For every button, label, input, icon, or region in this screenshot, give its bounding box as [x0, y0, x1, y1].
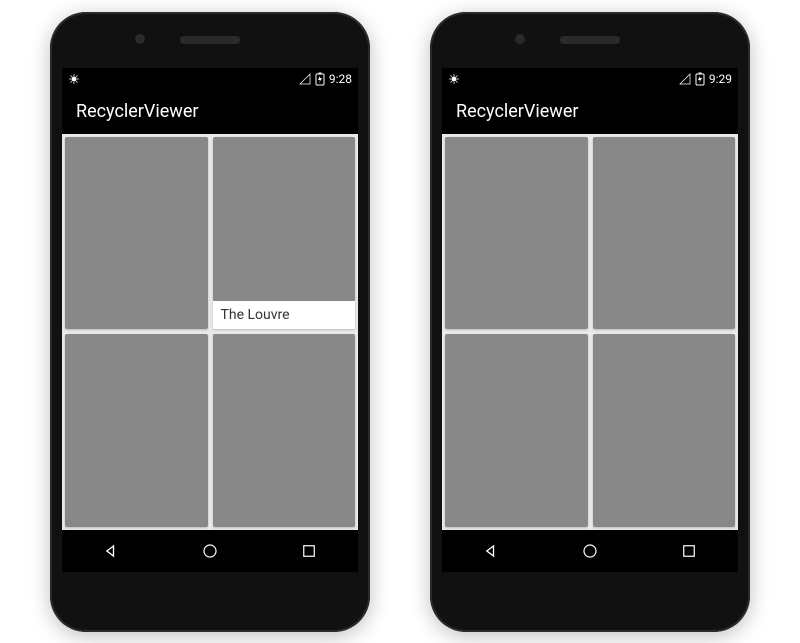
photo-thumbnail	[445, 137, 588, 330]
card-flags[interactable]	[445, 137, 588, 330]
photo-thumbnail	[213, 334, 356, 527]
card-eiffel[interactable]	[65, 334, 208, 527]
debug-icon	[68, 73, 80, 85]
card-phones[interactable]	[213, 334, 356, 527]
card-guards[interactable]	[65, 137, 208, 330]
device-frame-left: 9:28 RecyclerViewer The Louvre	[50, 12, 370, 632]
navigation-bar	[442, 530, 738, 572]
photo-thumbnail	[593, 137, 736, 330]
status-bar: 9:28	[62, 68, 358, 90]
photo-thumbnail	[445, 334, 588, 527]
status-time: 9:28	[329, 72, 352, 86]
photo-thumbnail	[213, 137, 356, 302]
nav-back-button[interactable]	[93, 533, 129, 569]
app-title: RecyclerViewer	[456, 101, 578, 122]
screen: 9:29 RecyclerViewer	[442, 68, 738, 572]
card-building[interactable]	[593, 137, 736, 330]
battery-charging-icon	[695, 72, 705, 86]
debug-icon	[448, 73, 460, 85]
app-bar: RecyclerViewer	[62, 90, 358, 134]
card-castle[interactable]	[593, 334, 736, 527]
battery-charging-icon	[315, 72, 325, 86]
recycler-grid[interactable]	[442, 134, 738, 530]
app-title: RecyclerViewer	[76, 101, 198, 122]
navigation-bar	[62, 530, 358, 572]
photo-thumbnail	[593, 334, 736, 527]
signal-icon	[679, 73, 691, 85]
nav-back-button[interactable]	[473, 533, 509, 569]
card-bridge[interactable]	[445, 334, 588, 527]
nav-home-button[interactable]	[572, 533, 608, 569]
nav-home-button[interactable]	[192, 533, 228, 569]
screen: 9:28 RecyclerViewer The Louvre	[62, 68, 358, 572]
signal-icon	[299, 73, 311, 85]
app-bar: RecyclerViewer	[442, 90, 738, 134]
photo-thumbnail	[65, 137, 208, 330]
status-time: 9:29	[709, 72, 732, 86]
card-louvre[interactable]: The Louvre	[213, 137, 356, 330]
nav-recents-button[interactable]	[671, 533, 707, 569]
device-frame-right: 9:29 RecyclerViewer	[430, 12, 750, 632]
photo-thumbnail	[65, 334, 208, 527]
nav-recents-button[interactable]	[291, 533, 327, 569]
recycler-grid[interactable]: The Louvre	[62, 134, 358, 530]
status-bar: 9:29	[442, 68, 738, 90]
card-caption: The Louvre	[213, 301, 356, 329]
